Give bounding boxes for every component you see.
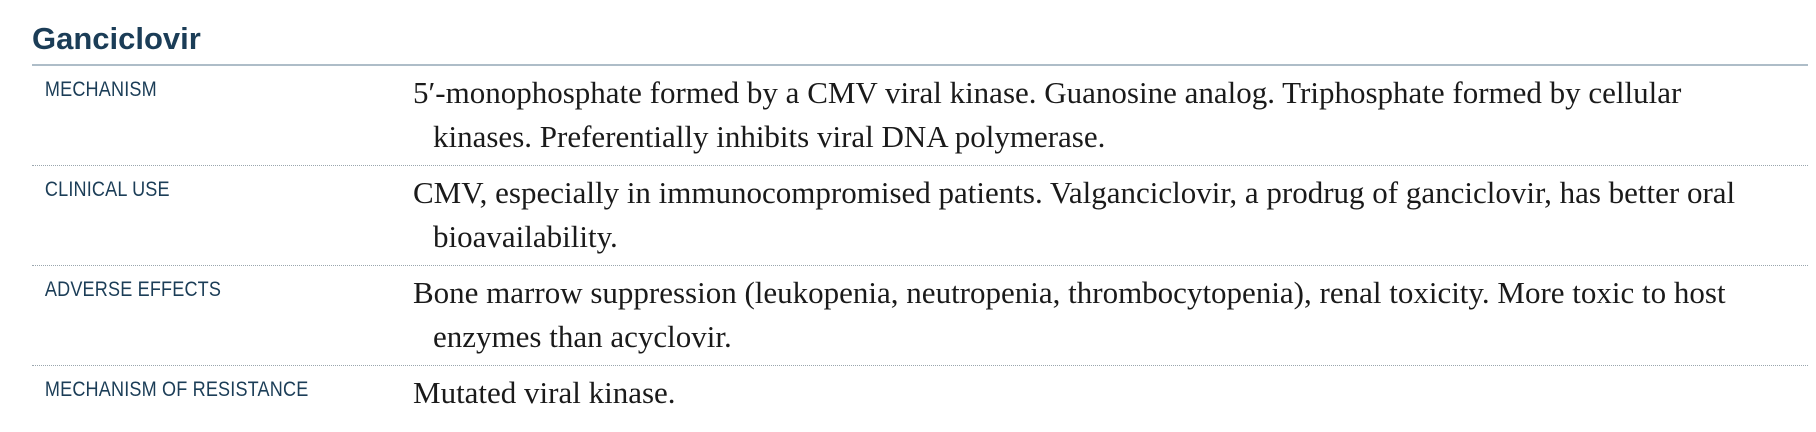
table-row-mechanism-of-resistance: MECHANISM OF RESISTANCE Mutated viral ki…	[32, 366, 1808, 421]
row-label: MECHANISM	[44, 78, 157, 101]
row-label: CLINICAL USE	[44, 178, 170, 201]
row-label: ADVERSE EFFECTS	[44, 278, 222, 301]
drug-entry: Ganciclovir MECHANISM 5′-monophosphate f…	[32, 14, 1808, 421]
row-label: MECHANISM OF RESISTANCE	[44, 378, 309, 401]
table-row-adverse-effects: ADVERSE EFFECTS Bone marrow suppression …	[32, 266, 1808, 366]
row-text: CMV, especially in immunocompromised pat…	[413, 175, 1736, 254]
row-text: Mutated viral kinase.	[413, 375, 676, 410]
row-text: Bone marrow suppression (leukopenia, neu…	[413, 275, 1726, 354]
row-text: 5′-monophosphate formed by a CMV viral k…	[413, 75, 1682, 154]
table-row-clinical-use: CLINICAL USE CMV, especially in immunoco…	[32, 166, 1808, 266]
section-title: Ganciclovir	[32, 21, 201, 56]
table-row-mechanism: MECHANISM 5′-monophosphate formed by a C…	[32, 66, 1808, 166]
